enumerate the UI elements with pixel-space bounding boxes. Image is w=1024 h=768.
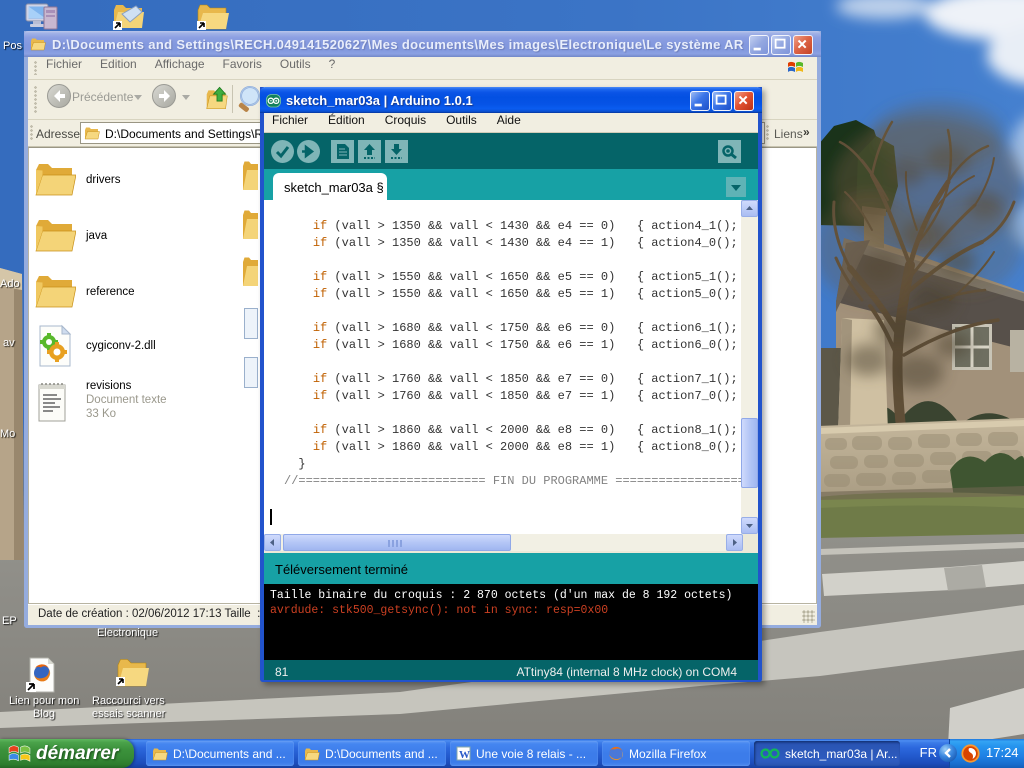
svg-text:W: W [459, 749, 470, 761]
